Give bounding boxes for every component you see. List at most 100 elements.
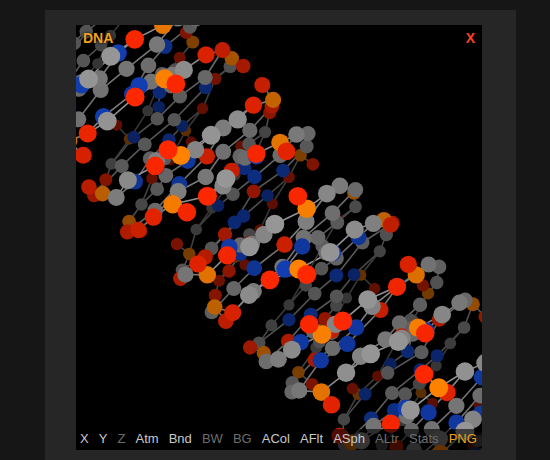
atom <box>159 140 178 159</box>
toolbar-button[interactable]: BG <box>233 431 252 446</box>
atom <box>197 46 214 63</box>
atom <box>478 310 482 324</box>
atom <box>145 208 163 226</box>
atom <box>138 137 152 151</box>
atom <box>76 132 77 149</box>
atom <box>476 354 482 372</box>
atom <box>76 37 81 51</box>
atom <box>349 200 362 213</box>
atom <box>247 184 261 198</box>
atom <box>283 299 294 310</box>
atom <box>313 352 329 368</box>
toolbar-button[interactable]: X <box>80 431 89 446</box>
atom <box>291 382 307 398</box>
atom <box>130 222 146 238</box>
atom <box>99 173 112 186</box>
atom <box>444 337 456 349</box>
atom <box>198 70 213 85</box>
atom <box>125 30 144 49</box>
atom <box>108 189 125 206</box>
atom <box>77 54 91 68</box>
atom <box>265 319 277 331</box>
atom <box>150 182 164 196</box>
atom <box>245 97 262 114</box>
atom <box>168 113 182 127</box>
atom <box>79 70 98 89</box>
atom <box>361 344 380 363</box>
molecule-viewer[interactable]: DNAXXYZAtmBndBWBGAColAFltASphALtrStatsPN… <box>76 25 482 450</box>
atom <box>348 182 363 197</box>
atom <box>81 179 97 195</box>
atom <box>259 126 271 138</box>
atom <box>222 264 235 277</box>
atom <box>389 332 408 351</box>
toolbar-button[interactable]: AFlt <box>300 431 323 446</box>
atom <box>215 42 231 58</box>
atom <box>338 413 350 425</box>
atom <box>325 205 341 221</box>
atom <box>337 364 355 382</box>
atom <box>224 304 241 321</box>
atom <box>398 387 412 401</box>
atom <box>265 215 284 234</box>
atom <box>276 236 292 252</box>
molecule-canvas[interactable] <box>76 25 482 450</box>
atom <box>76 99 77 113</box>
atom <box>119 171 137 189</box>
atom <box>246 260 262 276</box>
atom <box>118 61 134 77</box>
atom <box>154 25 172 34</box>
atom <box>178 203 196 221</box>
atom <box>330 289 344 303</box>
atom <box>429 378 448 397</box>
atom <box>315 262 329 276</box>
toolbar-button[interactable]: BW <box>202 431 223 446</box>
atom <box>346 220 364 238</box>
atom <box>127 131 140 144</box>
toolbar-button[interactable]: Bnd <box>169 431 192 446</box>
toolbar-button[interactable]: ACol <box>262 431 290 446</box>
toolbar-button[interactable]: PNG <box>449 431 477 446</box>
viewer-header: DNAX <box>83 30 475 46</box>
toolbar-button[interactable]: Y <box>99 431 108 446</box>
atom <box>150 112 164 126</box>
atom <box>325 340 341 356</box>
toolbar-button[interactable]: ASph <box>333 431 365 446</box>
atom <box>101 47 120 66</box>
atom <box>456 362 475 381</box>
atom <box>374 245 386 257</box>
atom <box>458 321 471 334</box>
toolbar-button[interactable]: Atm <box>135 431 158 446</box>
toolbar-button[interactable]: Z <box>117 431 125 446</box>
atom <box>202 126 221 145</box>
atom <box>278 143 296 161</box>
atom <box>333 311 352 330</box>
atom <box>226 281 241 296</box>
atom <box>307 158 320 171</box>
atom <box>166 75 185 94</box>
atom <box>146 156 165 175</box>
atom <box>329 268 343 282</box>
atom <box>276 164 290 178</box>
atom <box>216 169 235 188</box>
atom <box>323 396 341 414</box>
atom <box>348 268 361 281</box>
atom <box>207 299 223 315</box>
atom <box>300 139 314 153</box>
atom <box>115 159 129 173</box>
toolbar-button[interactable]: Stats <box>409 431 439 446</box>
atom <box>218 246 236 264</box>
atom <box>451 295 468 312</box>
atom <box>79 124 97 142</box>
close-button[interactable]: X <box>466 30 475 46</box>
atom <box>300 315 319 334</box>
atom <box>170 25 187 27</box>
atom <box>76 147 92 164</box>
atom <box>474 369 482 385</box>
atom <box>149 36 166 53</box>
atom <box>153 101 165 113</box>
atom <box>171 238 183 250</box>
toolbar-button[interactable]: ALtr <box>375 431 399 446</box>
atom <box>228 216 242 230</box>
atom <box>401 401 420 420</box>
